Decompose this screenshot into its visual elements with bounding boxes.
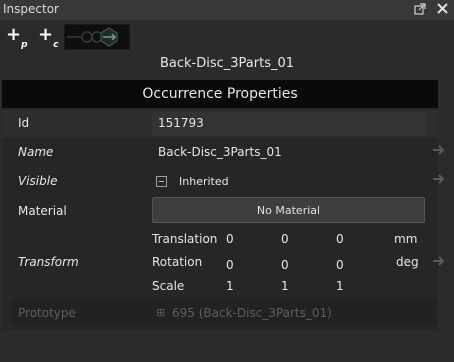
visible-value: Inherited [179,175,229,188]
translation-label: Translation [152,232,218,246]
prototype-icon: ⊞ [156,306,166,319]
rotation-z[interactable]: 0 [336,258,344,272]
rotation-unit: deg [396,255,419,269]
translation-y[interactable]: 0 [281,232,289,246]
id-label: Id [18,116,30,130]
add-component-button[interactable]: +c [38,25,58,50]
view-mode-toggle[interactable] [64,24,130,50]
scale-y[interactable]: 1 [281,279,289,293]
prototype-label: Prototype [18,306,76,320]
material-row: Material No Material [2,196,438,226]
prototype-value: 695 (Back-Disc_3Parts_01) [172,306,332,320]
rotation-label: Rotation [152,255,203,269]
scale-z[interactable]: 1 [336,279,344,293]
add-part-button[interactable]: +p [6,25,28,50]
scale-label: Scale [152,279,185,293]
name-label: Name [18,145,54,159]
arrow-right-icon[interactable] [432,144,448,158]
id-value: 151793 [158,116,204,130]
close-icon[interactable] [436,3,448,15]
visible-row: Visible Inherited [2,168,445,196]
name-field[interactable]: Back-Disc_3Parts_01 [158,145,282,159]
material-label: Material [18,204,67,218]
translation-x[interactable]: 0 [226,232,234,246]
window-title: Inspector [3,2,59,16]
arrow-right-icon[interactable] [432,173,448,187]
scale-x[interactable]: 1 [226,279,234,293]
visible-label: Visible [18,174,58,188]
translation-z[interactable]: 0 [336,232,344,246]
rotation-y[interactable]: 0 [281,258,289,272]
name-row: Name Back-Disc_3Parts_01 [2,139,445,167]
title-bar: Inspector [0,0,454,20]
visible-checkbox[interactable] [156,176,167,187]
popout-icon[interactable] [414,3,426,15]
id-row: Id 151793 [2,110,438,138]
arrow-right-icon[interactable] [432,255,448,269]
rotation-x[interactable]: 0 [226,258,234,272]
material-button[interactable]: No Material [152,197,425,223]
transform-row: Transform Translation 0 0 0 mm Rotation … [2,227,445,297]
translation-unit: mm [394,232,418,246]
transform-label: Transform [18,255,79,269]
section-header: Occurrence Properties [2,80,438,108]
selected-occurrence-name: Back-Disc_3Parts_01 [159,56,295,71]
